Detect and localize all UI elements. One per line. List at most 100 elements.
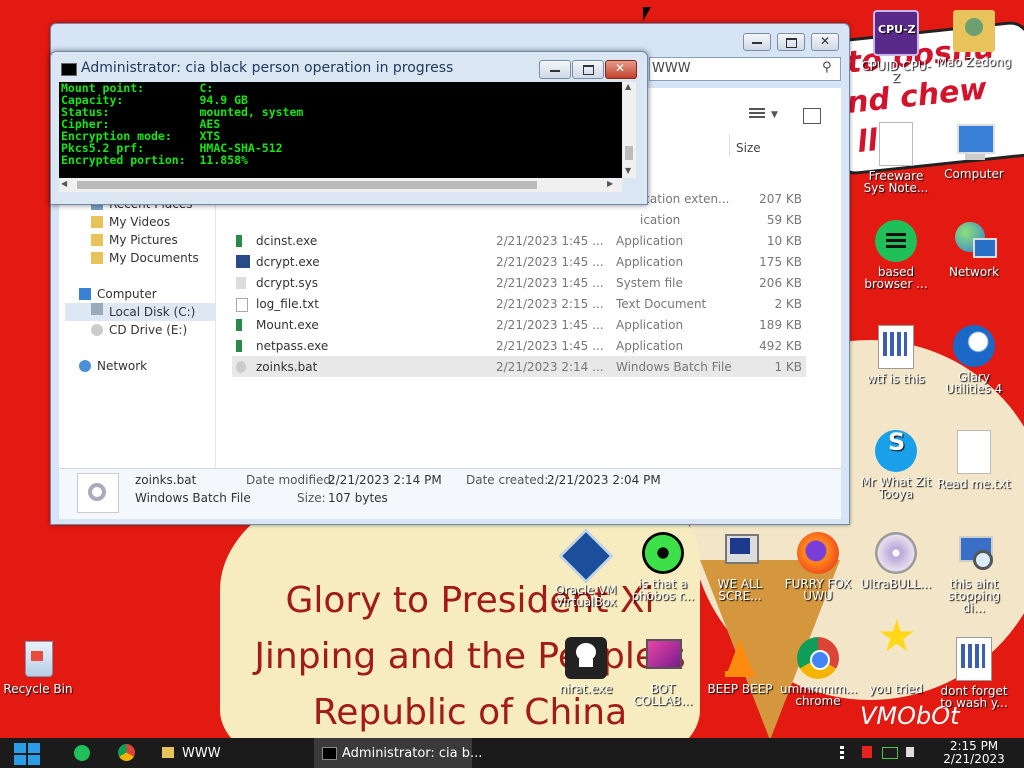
desktop-icon-label: you tried <box>869 682 923 696</box>
volume-icon[interactable] <box>906 747 914 757</box>
file-row-selected[interactable]: zoinks.bat 2/21/2023 2:14 ... Windows Ba… <box>232 356 806 377</box>
file-row[interactable]: Mount.exe 2/21/2023 1:45 ... Application… <box>232 314 806 335</box>
scroll-right-icon[interactable]: ▶ <box>607 179 613 188</box>
file-row[interactable]: netpass.exe 2/21/2023 1:45 ... Applicati… <box>232 335 806 356</box>
column-header-size[interactable]: Size <box>736 141 761 155</box>
desktop-icon-label: Computer <box>944 167 1004 181</box>
desktop-icon-cpuz[interactable]: CPU-Z CPUID CPU-Z <box>858 10 934 84</box>
desktop-icon-computer[interactable]: Computer <box>936 122 1012 180</box>
desktop-icon-label: WE ALL SCRE... <box>717 577 763 603</box>
desktop-icon-label: based browser ... <box>864 265 928 291</box>
desktop-icon-weall[interactable]: WE ALL SCRE... <box>702 532 778 602</box>
glary-utilities-icon <box>953 325 995 367</box>
file-type: ication exten... <box>640 192 730 206</box>
column-divider <box>729 134 730 156</box>
desktop-icon-phobos[interactable]: is that a phobos r... <box>625 532 701 602</box>
close-button[interactable]: ✕ <box>811 33 839 51</box>
search-input[interactable]: WWW ⚲ <box>649 57 841 81</box>
desktop-icon-bot-collab[interactable]: BOT COLLAB... <box>625 637 701 707</box>
console-horizontal-scrollbar[interactable]: ◀ ▶ <box>59 178 622 192</box>
action-center-flag-icon[interactable] <box>862 746 872 758</box>
flower-icon <box>642 532 684 574</box>
desktop-icon-recycle-bin[interactable]: Recycle Bin <box>0 637 76 695</box>
desktop-icon-based-browser[interactable]: based browser ... <box>858 220 934 290</box>
tray-clock[interactable]: 2:15 PM 2/21/2023 <box>934 740 1014 766</box>
taskbar-chat-icon[interactable] <box>74 745 90 761</box>
nav-item-cd-drive[interactable]: CD Drive (E:) <box>91 323 187 341</box>
desktop-icon-nirat[interactable]: nirat.exe <box>548 637 624 695</box>
scroll-up-icon[interactable]: ▲ <box>625 82 631 91</box>
desktop-icon-label: wtf is this <box>867 372 925 386</box>
desktop-icon-chrome[interactable]: ummmmm... chrome <box>780 637 858 707</box>
console-title: Administrator: cia black person operatio… <box>81 60 454 76</box>
desktop-icon-network[interactable]: Network <box>936 220 1012 278</box>
file-size: 206 KB <box>759 276 802 290</box>
taskbar-chrome-icon[interactable] <box>118 744 135 761</box>
details-size-label: Size: <box>297 491 326 505</box>
nav-item-my-pictures[interactable]: My Pictures <box>91 233 178 251</box>
desktop-icon-glary[interactable]: Glary Utilities 4 <box>936 325 1012 395</box>
desktop-icon-mao[interactable]: Mao Zedong <box>936 10 1012 68</box>
desktop-icon-vlc[interactable]: BEEP BEEP <box>702 637 778 695</box>
scroll-left-icon[interactable]: ◀ <box>61 179 67 188</box>
scroll-down-icon[interactable]: ▼ <box>625 166 631 175</box>
desktop-icon-readme[interactable]: Read me.txt <box>936 430 1012 490</box>
old-computer-icon <box>719 532 761 574</box>
batch-file-gear-icon <box>77 473 119 513</box>
nav-item-local-disk[interactable]: Local Disk (C:) <box>65 303 215 321</box>
desktop-icon-dont-forget[interactable]: dont forget to wash y... <box>936 637 1012 709</box>
console-vertical-scrollbar[interactable]: ▲ ▼ <box>622 82 636 178</box>
file-size: 2 KB <box>774 297 802 311</box>
file-type: Application <box>616 234 684 248</box>
exe-file-icon <box>236 235 242 247</box>
file-row[interactable]: dcrypt.sys 2/21/2023 1:45 ... System fil… <box>232 272 806 293</box>
scroll-thumb[interactable] <box>625 146 633 160</box>
console-close-button[interactable]: ✕ <box>605 60 637 79</box>
minimize-button[interactable] <box>743 33 771 51</box>
file-date: 2/21/2023 1:45 ... <box>496 255 604 269</box>
nav-item-my-videos[interactable]: My Videos <box>91 215 170 233</box>
dcrypt-app-icon <box>236 255 250 268</box>
file-row[interactable]: log_file.txt 2/21/2023 2:15 ... Text Doc… <box>232 293 806 314</box>
console-restore-button[interactable] <box>572 60 604 79</box>
file-row[interactable]: dcinst.exe 2/21/2023 1:45 ... Applicatio… <box>232 230 806 251</box>
file-row[interactable]: ication 59 KB <box>232 209 806 230</box>
taskbar: WWW Administrator: cia b... 2:15 PM 2/21… <box>0 738 1024 768</box>
nav-item-label: My Pictures <box>109 233 178 247</box>
desktop-icon-freeware[interactable]: Freeware Sys Note... <box>858 122 934 194</box>
desktop-icon-firefox[interactable]: FURRY FOX UWU <box>780 532 856 602</box>
traffic-cone-icon <box>719 637 761 679</box>
console-output[interactable]: Mount point: C: Capacity: 94.9 GB Status… <box>59 82 622 178</box>
nav-item-network[interactable]: Network <box>79 359 147 377</box>
preview-toggle-icon[interactable] <box>803 108 821 124</box>
scroll-thumb[interactable] <box>77 181 537 189</box>
file-row[interactable]: dcrypt.exe 2/21/2023 1:45 ... Applicatio… <box>232 251 806 272</box>
text-file-icon <box>957 430 991 474</box>
desktop-icon-aint[interactable]: this aint stopping di... <box>936 532 1012 614</box>
taskbar-explorer-button[interactable]: WWW <box>156 738 306 768</box>
exe-file-icon <box>236 340 242 352</box>
desktop-icon-label: Recycle Bin <box>3 682 73 696</box>
start-button[interactable] <box>10 740 44 766</box>
taskbar-console-button[interactable]: Administrator: cia b... <box>314 738 482 768</box>
batch-file-icon <box>956 637 992 681</box>
details-pane: zoinks.bat Windows Batch File Date modif… <box>59 468 841 519</box>
view-options-icon[interactable] <box>749 108 765 120</box>
details-modified-label: Date modified: <box>246 473 336 487</box>
details-file-name: zoinks.bat <box>135 473 197 487</box>
chevron-down-icon[interactable]: ▼ <box>771 110 778 120</box>
nav-item-my-documents[interactable]: My Documents <box>91 251 199 269</box>
desktop-icon-you-tried[interactable]: ★ you tried <box>858 615 934 696</box>
wallpaper-text-line-3: Republic of China <box>312 692 628 733</box>
console-minimize-button[interactable] <box>539 60 571 79</box>
maximize-button[interactable] <box>777 33 805 51</box>
network-icon <box>79 360 91 372</box>
desktop-icon-ultrabull[interactable]: UltraBULL... <box>858 532 934 590</box>
clock-date: 2/21/2023 <box>943 752 1005 766</box>
desktop-icon-skype[interactable]: S Mr What Zit Tooya <box>858 430 934 500</box>
tray-overflow-icon[interactable] <box>840 746 844 760</box>
desktop-icon-wtf[interactable]: wtf is this <box>858 325 934 385</box>
file-type: Application <box>616 318 684 332</box>
desktop-icon-virtualbox[interactable]: Oracle VM VirtualBox <box>548 528 624 608</box>
network-tray-icon[interactable] <box>882 747 898 759</box>
